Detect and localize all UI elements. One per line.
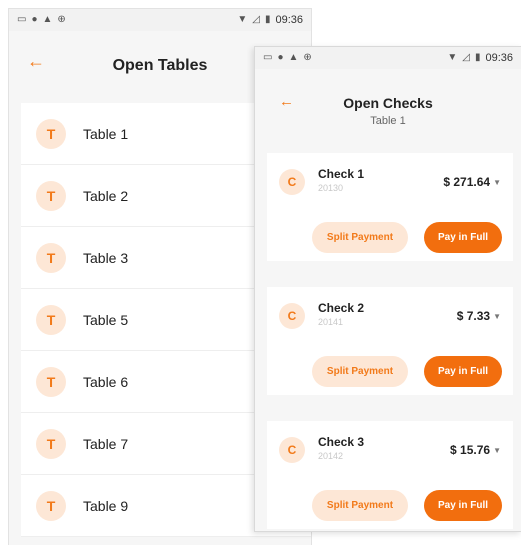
split-payment-button[interactable]: Split Payment [312,356,408,387]
app-bar: ← Open Checks Table 1 [255,69,521,149]
check-number: 20130 [318,183,344,193]
battery-icon: ▮ [474,52,481,63]
check-card: C Check 3 20142 $ 15.76 ▼ Split Payment Pay in… [267,421,513,529]
check-amount: $ 7.33 [456,309,491,323]
table-label: Table 6 [83,373,129,390]
circle-icon: ● [277,52,284,63]
table-avatar: T [36,242,66,273]
chevron-down-icon: ▼ [493,177,501,187]
circle-icon: ● [31,14,38,25]
check-name: Check 1 [318,167,365,181]
table-label: Table 7 [83,435,129,452]
battery-icon: ▮ [264,14,271,25]
check-amount-dropdown[interactable]: $ 15.76 ▼ [450,443,501,457]
check-name: Check 2 [318,301,365,315]
no-signal-icon: ◿ [462,52,470,63]
page-title: Open Checks [343,95,433,111]
check-amount-dropdown[interactable]: $ 271.64 ▼ [443,175,501,189]
table-avatar: T [36,304,66,335]
split-payment-button[interactable]: Split Payment [312,222,408,253]
check-amount-dropdown[interactable]: $ 7.33 ▼ [457,309,501,323]
table-avatar: T [36,428,66,459]
check-card: C Check 2 20141 $ 7.33 ▼ Split Payment Pay in … [267,287,513,395]
pay-in-full-button[interactable]: Pay in Full [424,222,502,253]
split-payment-button[interactable]: Split Payment [312,490,408,521]
sim-card-icon: ▭ [263,52,273,63]
check-avatar: C [279,303,305,329]
chevron-down-icon: ▼ [493,445,501,455]
wifi-icon: ▼ [237,14,248,25]
check-name: Check 3 [318,435,365,449]
pay-in-full-button[interactable]: Pay in Full [424,490,502,521]
wifi-icon: ▼ [447,52,458,63]
warning-icon: ▲ [288,52,299,63]
check-avatar: C [279,169,305,195]
vpn-icon: ⊕ [57,14,66,25]
table-avatar: T [36,490,66,521]
check-card: C Check 1 20130 $ 271.64 ▼ Split Payment Pay i… [267,153,513,261]
table-label: Table 2 [83,187,129,204]
check-amount: $ 15.76 [450,443,491,457]
table-avatar: T [36,118,66,149]
vpn-icon: ⊕ [303,52,312,63]
warning-icon: ▲ [42,14,53,25]
no-signal-icon: ◿ [252,14,260,25]
check-number: 20141 [318,317,344,327]
page-subtitle: Table 1 [370,115,406,127]
status-time: 09:36 [275,14,303,26]
check-avatar: C [279,437,305,463]
check-number: 20142 [318,451,344,461]
pay-in-full-button[interactable]: Pay in Full [424,356,502,387]
table-avatar: T [36,366,66,397]
status-bar: ▭ ● ▲ ⊕ ▼ ◿ ▮ 09:36 [255,47,521,69]
status-bar: ▭ ● ▲ ⊕ ▼ ◿ ▮ 09:36 [9,9,311,31]
open-checks-screen: ▭ ● ▲ ⊕ ▼ ◿ ▮ 09:36 ← Open Checks Table … [254,46,521,532]
table-avatar: T [36,180,66,211]
table-label: Table 5 [83,311,129,328]
table-label: Table 3 [83,249,129,266]
sim-card-icon: ▭ [17,14,27,25]
table-label: Table 9 [83,497,129,514]
table-label: Table 1 [83,125,129,142]
check-amount: $ 271.64 [443,175,491,189]
chevron-down-icon: ▼ [493,311,501,321]
status-time: 09:36 [485,52,513,64]
